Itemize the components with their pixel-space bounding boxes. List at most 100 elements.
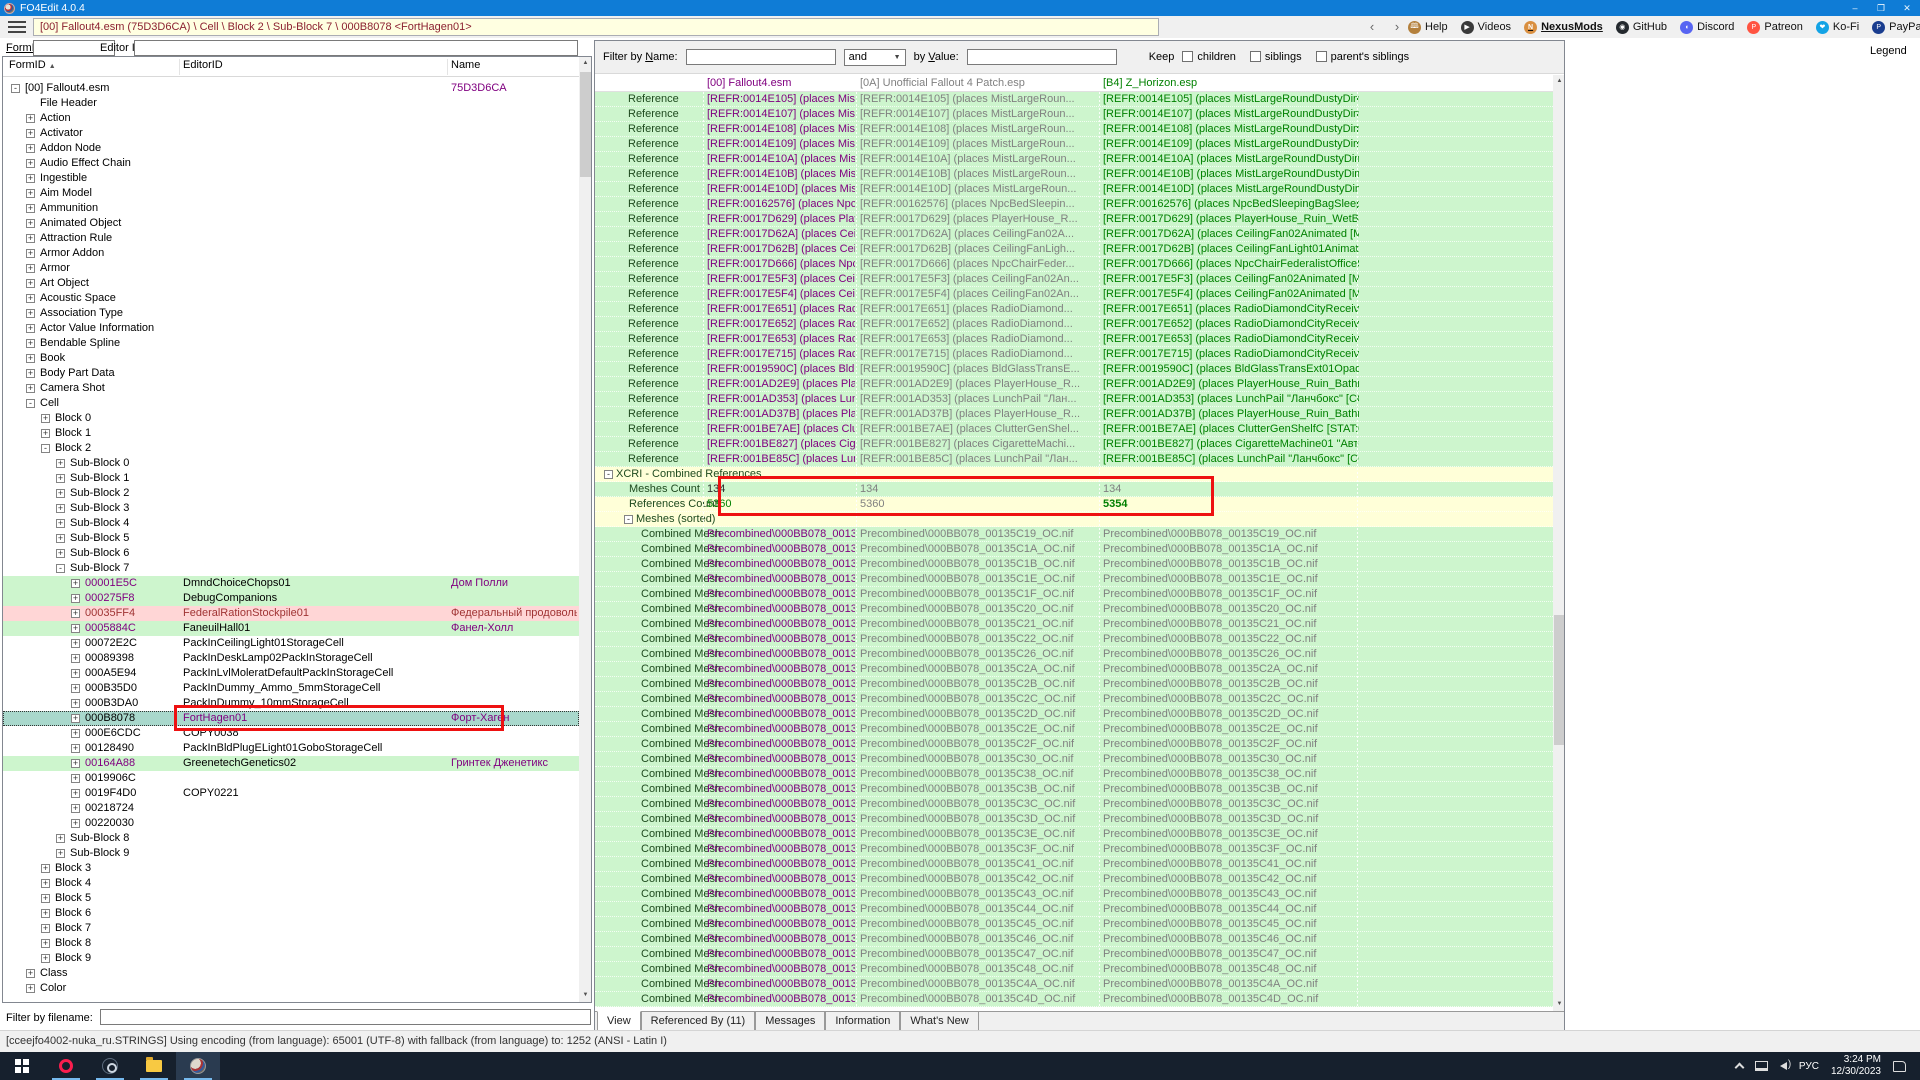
link-help[interactable]: 🕮Help bbox=[1408, 21, 1448, 34]
tree-row[interactable]: +Aim Model bbox=[3, 186, 579, 201]
tab-messages[interactable]: Messages bbox=[755, 1012, 825, 1031]
collapse-icon[interactable]: - bbox=[624, 515, 633, 524]
link-ko-fi[interactable]: ❤Ko-Fi bbox=[1816, 21, 1859, 34]
expand-icon[interactable]: + bbox=[26, 264, 35, 273]
expand-icon[interactable]: + bbox=[26, 189, 35, 198]
close-button[interactable]: ✕ bbox=[1894, 0, 1920, 16]
checkbox-icon[interactable] bbox=[1182, 51, 1193, 62]
combined-mesh-row[interactable]: Combined MeshPrecombined\000BB078_00135C… bbox=[595, 602, 1553, 617]
expand-icon[interactable]: + bbox=[41, 414, 50, 423]
reference-row[interactable]: Reference[REFR:0017E651] (places RadioDi… bbox=[595, 302, 1553, 317]
tree-row[interactable]: +00001E5CDmndChoiceChops01Дом Полли bbox=[3, 576, 579, 591]
reference-row[interactable]: Reference[REFR:0014E108] (places MistLar… bbox=[595, 122, 1553, 137]
taskbar-explorer[interactable] bbox=[132, 1052, 176, 1080]
tree-row[interactable]: +Sub-Block 8 bbox=[3, 831, 579, 846]
combined-mesh-row[interactable]: Combined MeshPrecombined\000BB078_00135C… bbox=[595, 707, 1553, 722]
tree-row[interactable]: -[00] Fallout4.esm75D3D6CA bbox=[3, 81, 579, 96]
expand-icon[interactable]: + bbox=[71, 609, 80, 618]
expand-icon[interactable]: + bbox=[26, 384, 35, 393]
keep-option-children[interactable]: children bbox=[1182, 51, 1236, 63]
expand-icon[interactable]: + bbox=[26, 219, 35, 228]
tree-row[interactable]: +Block 8 bbox=[3, 936, 579, 951]
tree-row[interactable]: +Sub-Block 0 bbox=[3, 456, 579, 471]
reference-row[interactable]: Reference[REFR:0017E653] (places RadioDi… bbox=[595, 332, 1553, 347]
tree-row[interactable]: -Cell bbox=[3, 396, 579, 411]
expand-icon[interactable]: + bbox=[41, 429, 50, 438]
reference-row[interactable]: Reference[REFR:0014E105] (places MistLar… bbox=[595, 92, 1553, 107]
collapse-icon[interactable]: - bbox=[604, 470, 613, 479]
expand-icon[interactable]: + bbox=[71, 639, 80, 648]
tree-row[interactable]: +Block 7 bbox=[3, 921, 579, 936]
combined-mesh-row[interactable]: Combined MeshPrecombined\000BB078_00135C… bbox=[595, 677, 1553, 692]
reference-row[interactable]: Reference[REFR:001BE85C] (places LunchP.… bbox=[595, 452, 1553, 467]
expand-icon[interactable]: + bbox=[26, 969, 35, 978]
reference-row[interactable]: Reference[REFR:0017E5F4] (places Ceiling… bbox=[595, 287, 1553, 302]
combined-mesh-row[interactable]: Combined MeshPrecombined\000BB078_00135C… bbox=[595, 887, 1553, 902]
tree-row[interactable]: +Block 1 bbox=[3, 426, 579, 441]
tree-scrollbar[interactable]: ▲ ▼ bbox=[579, 57, 592, 1002]
reference-row[interactable]: Reference[REFR:0017E715] (places RadioDi… bbox=[595, 347, 1553, 362]
combined-mesh-row[interactable]: Combined MeshPrecombined\000BB078_00135C… bbox=[595, 857, 1553, 872]
tree-row[interactable]: +Audio Effect Chain bbox=[3, 156, 579, 171]
maximize-button[interactable]: ❐ bbox=[1868, 0, 1894, 16]
tree-row[interactable]: +Armor bbox=[3, 261, 579, 276]
filter-name-input[interactable] bbox=[686, 49, 836, 65]
expand-icon[interactable]: + bbox=[26, 129, 35, 138]
tab-referenced-by-11-[interactable]: Referenced By (11) bbox=[641, 1012, 756, 1031]
combined-mesh-row[interactable]: Combined MeshPrecombined\000BB078_00135C… bbox=[595, 572, 1553, 587]
reference-row[interactable]: Reference[REFR:0017D62B] (places Ceiling… bbox=[595, 242, 1553, 257]
reference-row[interactable]: Reference[REFR:0017D666] (places NpcCha.… bbox=[595, 257, 1553, 272]
tree-row[interactable]: +Ingestible bbox=[3, 171, 579, 186]
expand-icon[interactable]: + bbox=[26, 174, 35, 183]
expand-icon[interactable]: + bbox=[26, 279, 35, 288]
combined-mesh-row[interactable]: Combined MeshPrecombined\000BB078_00135C… bbox=[595, 962, 1553, 977]
tree-row[interactable]: +Block 4 bbox=[3, 876, 579, 891]
expand-icon[interactable]: + bbox=[26, 204, 35, 213]
column-ufo4p-esp[interactable]: [0A] Unofficial Fallout 4 Patch.esp bbox=[860, 75, 1025, 91]
nav-forward-icon[interactable]: › bbox=[1387, 18, 1407, 36]
expand-icon[interactable]: + bbox=[71, 804, 80, 813]
combined-mesh-row[interactable]: Combined MeshPrecombined\000BB078_00135C… bbox=[595, 782, 1553, 797]
tree-row[interactable]: +000A5E94PackInLvlMoleratDefaultPackInSt… bbox=[3, 666, 579, 681]
record-scrollbar[interactable]: ▲ ▼ bbox=[1553, 75, 1565, 1011]
collapse-icon[interactable]: - bbox=[41, 444, 50, 453]
reference-row[interactable]: Reference[REFR:0017E5F3] (places Ceiling… bbox=[595, 272, 1553, 287]
scroll-up-icon[interactable]: ▲ bbox=[579, 57, 592, 70]
tree-row[interactable]: +Body Part Data bbox=[3, 366, 579, 381]
tree-row[interactable]: +000275F8DebugCompanions bbox=[3, 591, 579, 606]
column-formid[interactable]: FormID ▲ bbox=[9, 59, 56, 71]
combined-mesh-row[interactable]: Combined MeshPrecombined\000BB078_00135C… bbox=[595, 752, 1553, 767]
link-nexusmods[interactable]: NNexusMods bbox=[1524, 21, 1603, 34]
tree-row[interactable]: -Block 2 bbox=[3, 441, 579, 456]
tree-row[interactable]: +Sub-Block 5 bbox=[3, 531, 579, 546]
tree-row[interactable]: +00220030 bbox=[3, 816, 579, 831]
scrollbar-thumb[interactable] bbox=[1554, 615, 1565, 745]
reference-row[interactable]: Reference[REFR:001AD353] (places LunchP.… bbox=[595, 392, 1553, 407]
expand-icon[interactable]: + bbox=[71, 594, 80, 603]
collapse-icon[interactable]: - bbox=[11, 84, 20, 93]
filter-value-input[interactable] bbox=[967, 49, 1117, 65]
hamburger-menu-icon[interactable] bbox=[8, 21, 26, 33]
tree-row[interactable]: +Addon Node bbox=[3, 141, 579, 156]
tree-row[interactable]: +Block 9 bbox=[3, 951, 579, 966]
column-fallout4-esm[interactable]: [00] Fallout4.esm bbox=[707, 75, 791, 91]
expand-icon[interactable]: + bbox=[56, 489, 65, 498]
tree-row[interactable]: +Actor Value Information bbox=[3, 321, 579, 336]
expand-icon[interactable]: + bbox=[26, 294, 35, 303]
combined-mesh-row[interactable]: Combined MeshPrecombined\000BB078_00135C… bbox=[595, 902, 1553, 917]
combined-mesh-row[interactable]: Combined MeshPrecombined\000BB078_00135C… bbox=[595, 827, 1553, 842]
tree-row[interactable]: +Book bbox=[3, 351, 579, 366]
tree-row[interactable]: +Association Type bbox=[3, 306, 579, 321]
combined-mesh-row[interactable]: Combined MeshPrecombined\000BB078_00135C… bbox=[595, 527, 1553, 542]
link-discord[interactable]: ◖Discord bbox=[1680, 21, 1734, 34]
combined-mesh-row[interactable]: Combined MeshPrecombined\000BB078_00135C… bbox=[595, 632, 1553, 647]
combined-mesh-row[interactable]: Combined MeshPrecombined\000BB078_00135C… bbox=[595, 917, 1553, 932]
expand-icon[interactable]: + bbox=[71, 624, 80, 633]
breadcrumb[interactable]: [00] Fallout4.esm (75D3D6CA) \ Cell \ Bl… bbox=[33, 18, 1159, 36]
expand-icon[interactable]: + bbox=[71, 654, 80, 663]
expand-icon[interactable]: + bbox=[71, 699, 80, 708]
reference-row[interactable]: Reference[REFR:0017D629] (places PlayerH… bbox=[595, 212, 1553, 227]
link-github[interactable]: ◉GitHub bbox=[1616, 21, 1667, 34]
expand-icon[interactable]: + bbox=[26, 324, 35, 333]
tree-row[interactable]: -Sub-Block 7 bbox=[3, 561, 579, 576]
